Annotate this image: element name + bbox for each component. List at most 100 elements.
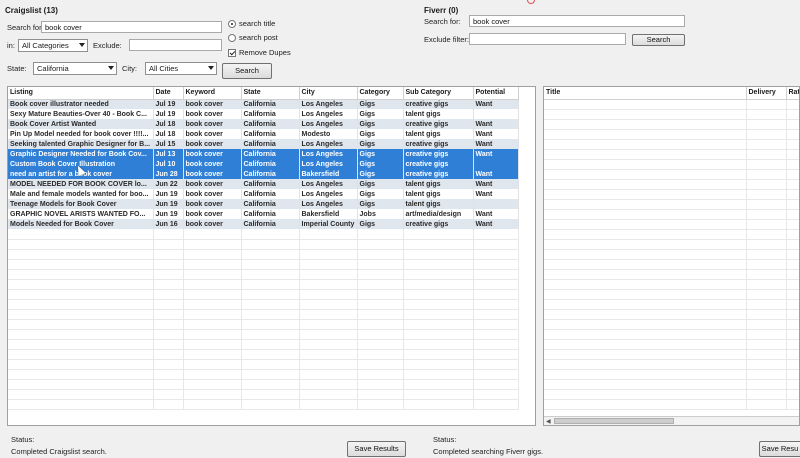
scroll-left-icon[interactable]: ◀	[546, 418, 551, 425]
cell-subcategory: creative gigs	[403, 119, 474, 129]
city-select[interactable]: All Cities	[145, 62, 217, 75]
empty-cell	[473, 249, 519, 260]
column-header[interactable]: Listing	[8, 87, 154, 100]
fiverr-save-button[interactable]: Save Resu	[759, 441, 800, 457]
table-row[interactable]: Sexy Mature Beauties-Over 40 - Book C...…	[8, 109, 519, 119]
table-row[interactable]: Models Needed for Book Cover Jun 16 book c…	[8, 219, 519, 229]
craigslist-results-grid[interactable]: Listing Date Keyword State City Category Sub C…	[7, 86, 536, 426]
table-row[interactable]: Teenage Models for Book Cover Jun 19 book …	[8, 199, 519, 209]
scrollbar-thumb[interactable]	[554, 418, 674, 424]
table-row[interactable]: Book Cover Artist Wanted Jul 18 book cover…	[8, 119, 519, 129]
craigslist-search-button[interactable]: Search	[222, 63, 272, 79]
empty-cell	[241, 379, 300, 390]
table-row[interactable]: Seeking talented Graphic Designer for B.…	[8, 139, 519, 149]
empty-cell	[357, 379, 404, 390]
cell-listing: Models Needed for Book Cover	[8, 219, 154, 229]
cell-subcategory: creative gigs	[403, 159, 474, 169]
search-title-option[interactable]: search title	[228, 19, 275, 28]
column-header[interactable]: Potential	[473, 87, 519, 100]
empty-cell	[544, 149, 747, 160]
cell-keyword: book cover	[183, 169, 242, 179]
empty-cell	[544, 309, 747, 320]
empty-cell	[403, 289, 474, 300]
table-row[interactable]: MODEL NEEDED FOR BOOK COVER lo... Jun 22 b…	[8, 179, 519, 189]
craigslist-exclude-label: Exclude:	[93, 41, 122, 50]
table-row[interactable]: Male and female models wanted for boo...…	[8, 189, 519, 199]
empty-cell	[544, 219, 747, 230]
empty-row	[8, 249, 519, 260]
state-select[interactable]: California	[33, 62, 117, 75]
empty-cell	[786, 379, 799, 390]
cell-potential: Want	[473, 169, 519, 179]
empty-cell	[8, 259, 154, 270]
cell-keyword: book cover	[183, 109, 242, 119]
cell-potential	[473, 199, 519, 209]
empty-cell	[8, 319, 154, 330]
table-row[interactable]: Book cover illustrator needed Jul 19 book …	[8, 99, 519, 109]
radio-icon[interactable]	[228, 19, 236, 28]
checkbox-icon[interactable]	[228, 48, 236, 57]
table-row[interactable]: Graphic Designer Needed for Book Cov... J…	[8, 149, 519, 159]
cell-keyword: book cover	[183, 119, 242, 129]
fiverr-search-input[interactable]: book cover	[469, 15, 685, 27]
empty-cell	[403, 269, 474, 280]
column-header[interactable]: Category	[357, 87, 404, 100]
cell-city: Los Angeles	[299, 149, 358, 159]
empty-row	[544, 319, 799, 330]
column-header[interactable]: City	[299, 87, 358, 100]
horizontal-scrollbar[interactable]: ◀	[544, 416, 799, 425]
craigslist-save-button[interactable]: Save Results	[347, 441, 406, 457]
empty-cell	[544, 109, 747, 120]
search-post-option[interactable]: search post	[228, 33, 278, 42]
column-header[interactable]: Date	[153, 87, 184, 100]
empty-cell	[544, 299, 747, 310]
empty-cell	[183, 289, 242, 300]
table-row[interactable]: Pin Up Model needed for book cover !!!!.…	[8, 129, 519, 139]
empty-row	[544, 339, 799, 350]
cell-potential: Want	[473, 149, 519, 159]
table-header-row: Listing Date Keyword State City Category Sub C…	[8, 87, 519, 100]
empty-cell	[786, 229, 799, 240]
empty-cell	[8, 269, 154, 280]
empty-cell	[183, 259, 242, 270]
cell-keyword: book cover	[183, 139, 242, 149]
fiverr-results-grid[interactable]: TitleDeliveryRatin ◀	[543, 86, 800, 426]
empty-row	[544, 189, 799, 200]
empty-row	[544, 179, 799, 190]
empty-cell	[746, 399, 787, 410]
empty-row	[8, 339, 519, 350]
empty-cell	[153, 229, 184, 240]
empty-row	[544, 119, 799, 130]
empty-cell	[183, 249, 242, 260]
empty-cell	[183, 269, 242, 280]
column-header[interactable]: Title	[544, 87, 747, 100]
empty-cell	[473, 259, 519, 270]
fiverr-search-button[interactable]: Search	[632, 34, 685, 46]
remove-dupes-option[interactable]: Remove Dupes	[228, 48, 291, 57]
category-select[interactable]: All Categories	[18, 39, 88, 52]
empty-cell	[786, 209, 799, 220]
empty-cell	[544, 99, 747, 110]
radio-icon[interactable]	[228, 33, 236, 42]
empty-cell	[153, 329, 184, 340]
chevron-down-icon	[208, 66, 214, 70]
column-header[interactable]: State	[241, 87, 300, 100]
column-header[interactable]: Sub Category	[403, 87, 474, 100]
craigslist-search-input[interactable]: book cover	[41, 21, 222, 33]
column-header[interactable]: Delivery	[746, 87, 787, 100]
empty-cell	[746, 279, 787, 290]
column-header[interactable]: Ratin	[786, 87, 799, 100]
empty-cell	[786, 289, 799, 300]
empty-cell	[153, 259, 184, 270]
empty-cell	[299, 289, 358, 300]
empty-row	[544, 349, 799, 360]
fiverr-exclude-input[interactable]	[469, 33, 626, 45]
empty-cell	[786, 269, 799, 280]
column-header[interactable]: Keyword	[183, 87, 242, 100]
empty-cell	[786, 119, 799, 130]
empty-cell	[786, 219, 799, 230]
table-row[interactable]: Custom Book Cover Illustration Jul 10 book…	[8, 159, 519, 169]
table-row[interactable]: GRAPHIC NOVEL ARISTS WANTED FO... Jun 19 b…	[8, 209, 519, 219]
empty-cell	[8, 349, 154, 360]
craigslist-exclude-input[interactable]	[129, 39, 222, 51]
